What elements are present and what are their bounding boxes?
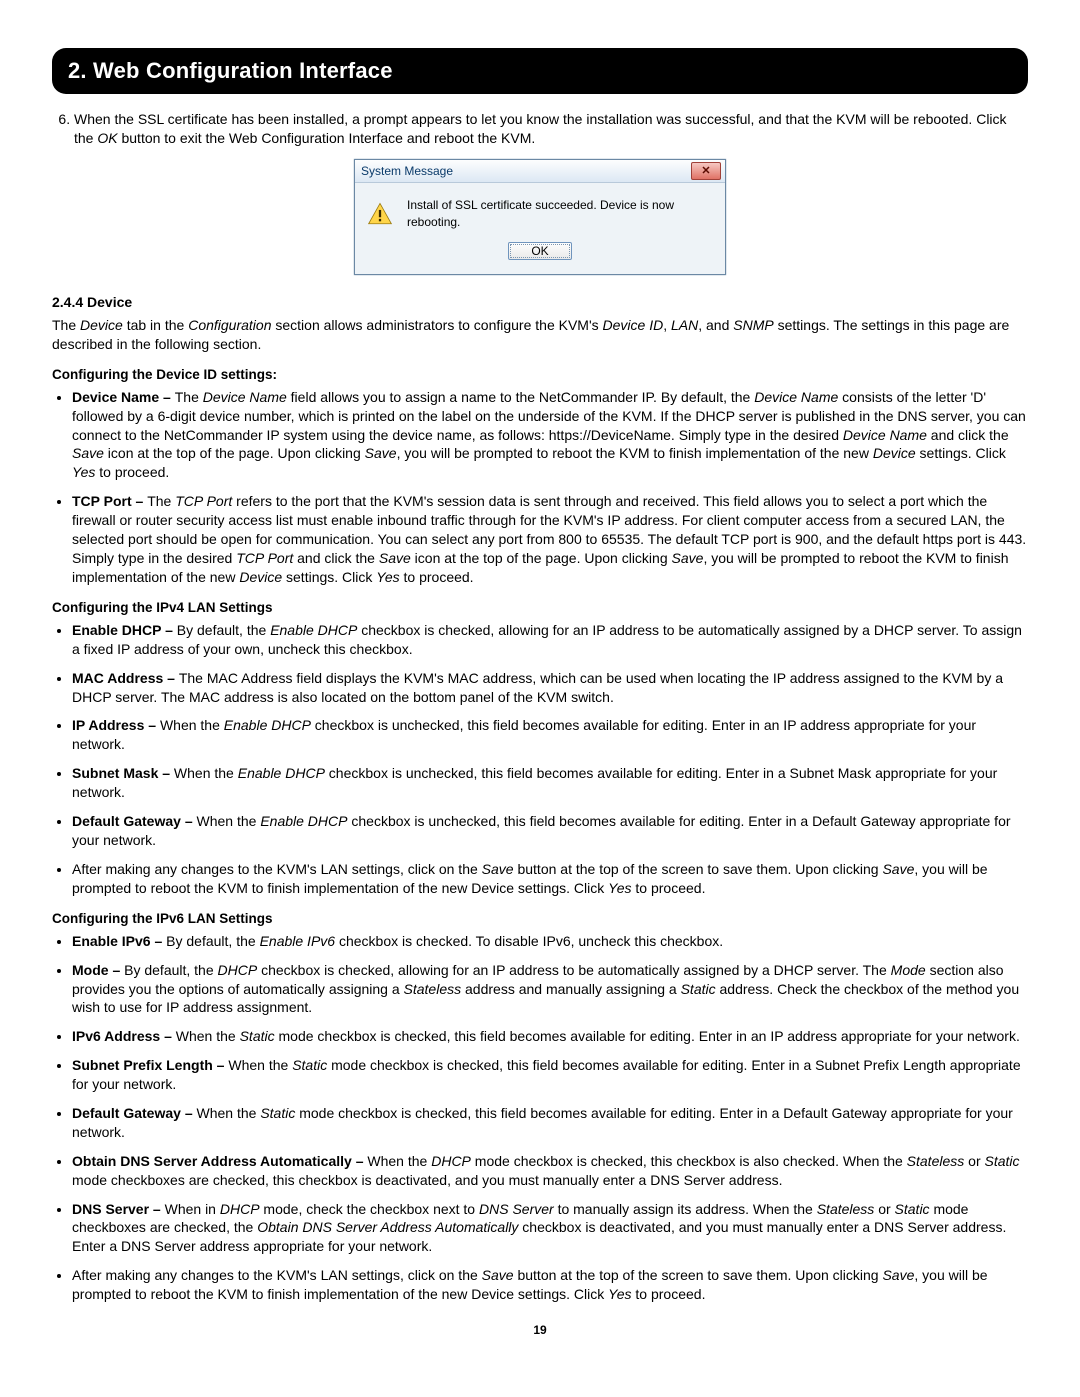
config-ipv6-list: Enable IPv6 – By default, the Enable IPv… [52,932,1028,1304]
item-body: When the Enable DHCP checkbox is uncheck… [72,717,976,752]
item-body: When the Enable DHCP checkbox is uncheck… [72,765,997,800]
list-item: TCP Port – The TCP Port refers to the po… [72,492,1028,586]
list-item: After making any changes to the KVM's LA… [72,860,1028,898]
item-body: By default, the Enable IPv6 checkbox is … [166,933,723,949]
ok-button[interactable]: OK [508,242,572,260]
item-body: By default, the DHCP checkbox is checked… [72,962,1019,1016]
item-label: Subnet Mask – [72,765,174,781]
section-banner: 2. Web Configuration Interface [52,48,1028,94]
item-body: After making any changes to the KVM's LA… [72,1267,988,1302]
page-number: 19 [52,1322,1028,1338]
step-6: When the SSL certificate has been instal… [74,110,1028,148]
item-label: IP Address – [72,717,160,733]
list-item: Default Gateway – When the Enable DHCP c… [72,812,1028,850]
item-body: After making any changes to the KVM's LA… [72,861,988,896]
item-label: Mode – [72,962,124,978]
item-label: Subnet Prefix Length – [72,1057,228,1073]
config-ipv4-heading: Configuring the IPv4 LAN Settings [52,599,1028,617]
config-deviceid-heading: Configuring the Device ID settings: [52,366,1028,384]
dialog-titlebar: System Message ✕ [355,160,725,183]
device-heading: 2.4.4 Device [52,293,1028,312]
list-item: IPv6 Address – When the Static mode chec… [72,1027,1028,1046]
item-body: When the Static mode checkbox is checked… [72,1105,1013,1140]
item-body: The Device Name field allows you to assi… [72,389,1026,481]
item-body: By default, the Enable DHCP checkbox is … [72,622,1022,657]
item-label: TCP Port – [72,493,147,509]
alert-icon [367,201,393,227]
list-item: Subnet Mask – When the Enable DHCP check… [72,764,1028,802]
item-label: Device Name – [72,389,175,405]
item-label: Default Gateway – [72,1105,197,1121]
config-ipv4-list: Enable DHCP – By default, the Enable DHC… [52,621,1028,898]
list-item: Subnet Prefix Length – When the Static m… [72,1056,1028,1094]
item-body: When in DHCP mode, check the checkbox ne… [72,1201,1006,1255]
list-item: Enable DHCP – By default, the Enable DHC… [72,621,1028,659]
list-item: Mode – By default, the DHCP checkbox is … [72,961,1028,1018]
config-deviceid-list: Device Name – The Device Name field allo… [52,388,1028,587]
close-icon: ✕ [701,164,710,179]
step-6-text: When the SSL certificate has been instal… [74,111,1007,146]
config-ipv6-heading: Configuring the IPv6 LAN Settings [52,910,1028,928]
item-label: IPv6 Address – [72,1028,176,1044]
item-label: Default Gateway – [72,813,197,829]
dialog-message: Install of SSL certificate succeeded. De… [407,197,713,229]
device-lead: The Device tab in the Configuration sect… [52,316,1028,354]
list-item: After making any changes to the KVM's LA… [72,1266,1028,1304]
close-button[interactable]: ✕ [691,162,721,180]
item-label: MAC Address – [72,670,179,686]
list-item: DNS Server – When in DHCP mode, check th… [72,1200,1028,1257]
dialog-title: System Message [361,163,453,179]
item-label: Obtain DNS Server Address Automatically … [72,1153,367,1169]
list-item: MAC Address – The MAC Address field disp… [72,669,1028,707]
item-label: DNS Server – [72,1201,165,1217]
system-message-dialog: System Message ✕ Install of SSL certific… [354,159,726,274]
item-body: When the Static mode checkbox is checked… [176,1028,1020,1044]
item-body: The TCP Port refers to the port that the… [72,493,1026,585]
item-label: Enable IPv6 – [72,933,166,949]
list-item: Obtain DNS Server Address Automatically … [72,1152,1028,1190]
list-item: Default Gateway – When the Static mode c… [72,1104,1028,1142]
item-body: The MAC Address field displays the KVM's… [72,670,1003,705]
list-item: Device Name – The Device Name field allo… [72,388,1028,482]
list-item: IP Address – When the Enable DHCP checkb… [72,716,1028,754]
list-item: Enable IPv6 – By default, the Enable IPv… [72,932,1028,951]
item-body: When the Enable DHCP checkbox is uncheck… [72,813,1011,848]
item-label: Enable DHCP – [72,622,177,638]
